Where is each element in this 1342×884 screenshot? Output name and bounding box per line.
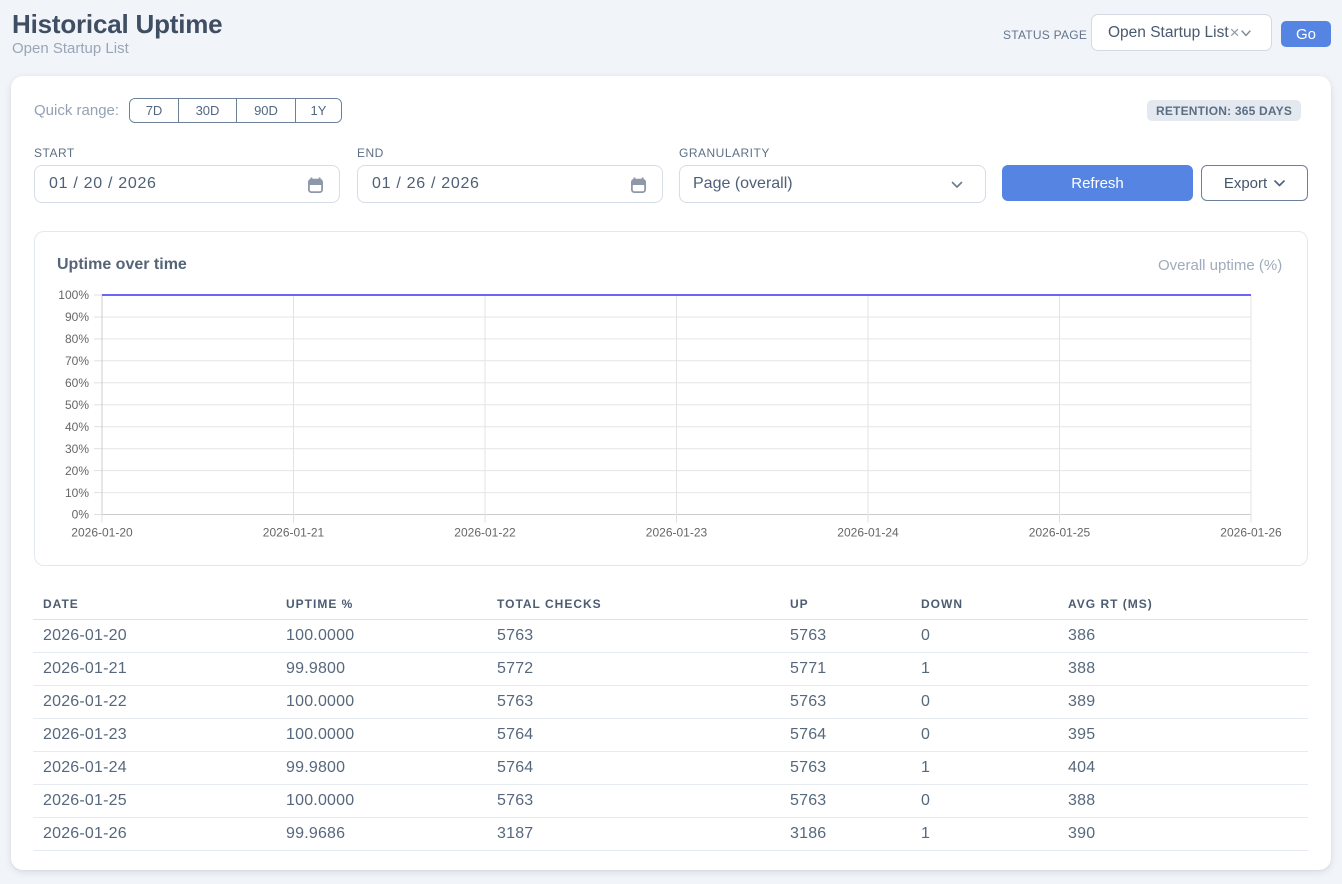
- svg-text:10%: 10%: [65, 486, 89, 500]
- svg-text:20%: 20%: [65, 464, 89, 478]
- svg-text:2026-01-25: 2026-01-25: [1029, 526, 1091, 540]
- svg-text:2026-01-20: 2026-01-20: [71, 526, 133, 540]
- svg-text:2026-01-22: 2026-01-22: [454, 526, 516, 540]
- svg-text:30%: 30%: [65, 442, 89, 456]
- svg-text:40%: 40%: [65, 420, 89, 434]
- svg-text:0%: 0%: [72, 508, 90, 522]
- svg-text:80%: 80%: [65, 332, 89, 346]
- svg-text:2026-01-21: 2026-01-21: [263, 526, 325, 540]
- svg-text:2026-01-23: 2026-01-23: [646, 526, 708, 540]
- svg-text:100%: 100%: [58, 288, 89, 302]
- svg-text:2026-01-24: 2026-01-24: [837, 526, 899, 540]
- svg-text:2026-01-26: 2026-01-26: [1220, 526, 1282, 540]
- svg-text:50%: 50%: [65, 398, 89, 412]
- svg-text:60%: 60%: [65, 376, 89, 390]
- svg-text:90%: 90%: [65, 310, 89, 324]
- svg-text:70%: 70%: [65, 354, 89, 368]
